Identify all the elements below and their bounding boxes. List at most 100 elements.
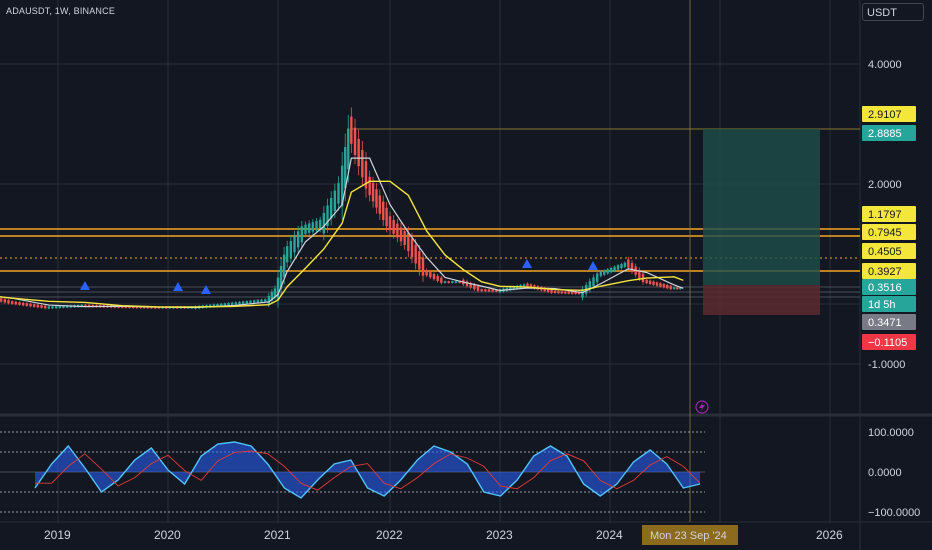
candlesticks	[0, 107, 682, 310]
symbol-title: ADAUSDT, 1W, BINANCE	[6, 6, 116, 16]
lightning-icon[interactable]	[695, 400, 709, 414]
price-label: 0.3927	[862, 263, 916, 279]
candle-body	[0, 298, 3, 302]
crosshair-date-text: Mon 23 Sep '24	[650, 530, 727, 542]
candle-body	[465, 281, 469, 287]
time-tick-label: 2023	[486, 528, 513, 542]
candle-body	[241, 301, 245, 304]
candle-body	[296, 231, 300, 248]
candle-body	[337, 183, 340, 204]
price-label: 0.7945	[862, 224, 916, 240]
candle-body	[263, 299, 267, 302]
price-label-text: 0.7945	[868, 227, 902, 239]
candle-body	[353, 127, 357, 156]
candle-body	[282, 254, 286, 278]
candle-body	[595, 273, 599, 283]
candle-body	[375, 189, 378, 208]
candle-body	[307, 223, 311, 233]
buy-signal-marker	[588, 261, 598, 270]
price-label-text: 0.3516	[868, 282, 902, 294]
oscillator-area	[35, 442, 700, 498]
candle-body	[311, 222, 315, 232]
candle-body	[249, 300, 252, 304]
candle-body	[451, 281, 454, 283]
candle-body	[620, 264, 623, 269]
candle-body	[443, 281, 447, 283]
candle-body	[666, 284, 669, 289]
candle-body	[655, 282, 659, 286]
candle-body	[10, 301, 14, 304]
candle-body	[329, 198, 333, 219]
time-tick-label: 2024	[596, 528, 623, 542]
price-label-text: 0.4505	[868, 246, 902, 258]
candle-body	[238, 301, 241, 305]
price-label-text: 2.9107	[868, 109, 902, 121]
price-label: −0.1105	[862, 334, 916, 350]
price-label: 0.4505	[862, 243, 916, 259]
candle-body	[429, 272, 432, 278]
oscillator-tick-label: 0.0000	[868, 467, 902, 479]
candle-body	[7, 300, 10, 304]
candle-body	[440, 277, 443, 283]
time-tick-label: 2019	[44, 528, 71, 542]
candle-body	[300, 226, 304, 243]
candle-body	[29, 303, 32, 307]
price-label-text: 1d 5h	[868, 299, 896, 311]
chart-canvas[interactable]: 4.0000 2.0000 -1.0000 2.9107 2.8885 1.1797 0.7…	[0, 0, 932, 550]
time-tick-label: 2021	[264, 528, 291, 542]
candle-body	[227, 302, 230, 306]
price-tick-label: 2.0000	[868, 179, 902, 191]
candle-body	[230, 302, 234, 306]
candle-body	[403, 231, 406, 246]
candle-body	[592, 277, 595, 287]
candle-body	[388, 216, 392, 231]
price-label: 1.1797	[862, 206, 916, 222]
candle-body	[245, 301, 249, 304]
chart-window: 4.0000 2.0000 -1.0000 2.9107 2.8885 1.1797 0.7…	[0, 0, 932, 550]
candle-body	[418, 251, 421, 270]
candle-body	[267, 295, 271, 305]
candle-body	[560, 291, 564, 294]
price-label: 1d 5h	[862, 296, 916, 312]
candle-body	[414, 245, 417, 264]
buy-signal-marker	[522, 259, 532, 268]
candle-body	[315, 220, 318, 231]
price-label-text: −0.1105	[868, 337, 907, 349]
price-label-text: 0.3927	[868, 266, 902, 278]
candle-body	[3, 299, 7, 303]
candle-body	[648, 280, 652, 284]
candle-body	[676, 287, 679, 290]
candle-body	[318, 219, 322, 230]
candle-body	[371, 183, 375, 202]
candle-body	[260, 299, 263, 303]
candle-body	[51, 306, 54, 309]
candle-body	[662, 284, 666, 288]
candle-body	[378, 195, 382, 214]
candle-body	[603, 270, 606, 275]
candle-body	[669, 285, 672, 290]
price-label: 2.8885	[862, 125, 916, 141]
candle-body	[616, 265, 620, 270]
candle-body	[557, 291, 560, 294]
currency-selector[interactable]: USDT	[862, 3, 924, 21]
price-tick-label: -1.0000	[868, 359, 905, 371]
candle-body	[21, 302, 25, 306]
time-tick-label: 2020	[154, 528, 181, 542]
candle-body	[357, 138, 360, 167]
candle-body	[285, 246, 289, 263]
candle-body	[347, 128, 350, 170]
stop-loss-zone	[703, 285, 820, 315]
candle-body	[613, 266, 616, 271]
candle-body	[54, 306, 58, 309]
candle-body	[432, 273, 436, 280]
candle-body	[385, 207, 388, 227]
candle-body	[58, 305, 62, 309]
candle-body	[480, 289, 483, 292]
candle-body	[606, 269, 609, 274]
price-label: 0.3516	[862, 279, 916, 295]
candle-body	[609, 268, 613, 273]
time-tick-label: 2026	[816, 528, 843, 542]
candle-body	[256, 299, 260, 303]
candle-body	[396, 223, 399, 238]
candle-body	[476, 286, 480, 291]
